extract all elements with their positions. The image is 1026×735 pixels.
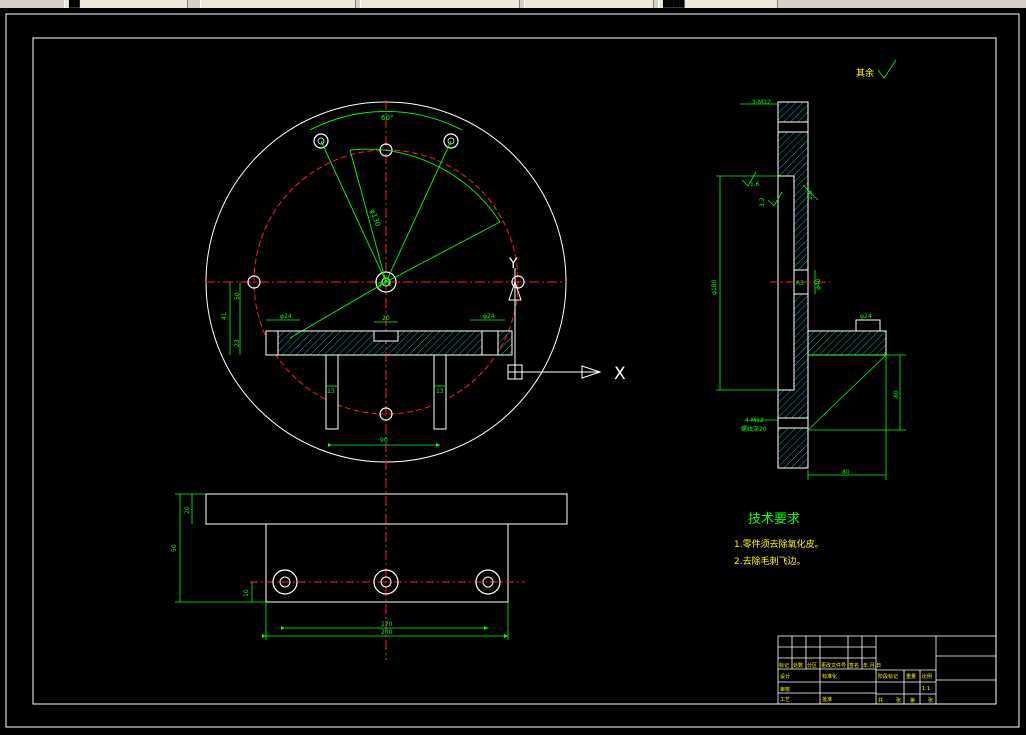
side-dim-tall: φ180 bbox=[711, 279, 718, 295]
plan-view: 50 20 10 170 200 bbox=[171, 493, 568, 640]
roughness-value-2: 3.2 bbox=[759, 197, 766, 207]
document-tab[interactable]: ████ bbox=[658, 0, 778, 8]
ucs-icon bbox=[507, 268, 602, 380]
side-top-callout: 3-M12 bbox=[752, 99, 771, 106]
title-block-cell: 设计 bbox=[780, 673, 790, 680]
tech-item: 2.去除毛刺飞边。 bbox=[734, 555, 806, 567]
side-dim-bottom: 80 bbox=[842, 469, 850, 476]
roughness-note: 其余 bbox=[856, 67, 874, 79]
plan-dim-inner: 170 bbox=[381, 621, 393, 628]
title-block-cell: 阶段标记 bbox=[878, 673, 898, 680]
slot-dim-left: φ24 bbox=[280, 313, 292, 320]
front-view: 60° φ130 φ16 φ24 φ24 20 41 50 23 13 13 9… bbox=[205, 100, 626, 660]
pin-dim-right: 13 bbox=[436, 388, 444, 395]
title-block-cell: 工艺 bbox=[780, 697, 790, 703]
title-block-cell: 处数 bbox=[793, 662, 803, 669]
side-dim-mid: φ40 bbox=[815, 278, 822, 290]
tech-item: 1.零件须去除氧化皮。 bbox=[734, 538, 824, 550]
angle-label: 60° bbox=[381, 114, 393, 122]
side-slot-dim: φ24 bbox=[860, 313, 872, 320]
title-block bbox=[777, 635, 997, 705]
title-block-cell: 审核 bbox=[780, 686, 790, 693]
title-block-cell: 1:1 bbox=[922, 686, 930, 692]
ucs-x-label: X bbox=[614, 364, 626, 384]
roughness-symbols bbox=[741, 59, 897, 207]
dim-vertical-2: 50 bbox=[234, 292, 241, 300]
title-block-cell: 标记 bbox=[779, 662, 789, 669]
center-hole-label: φ16 bbox=[378, 280, 392, 288]
roughness-value-1: 1.6 bbox=[750, 181, 760, 188]
title-block-cell: 标准化 bbox=[822, 673, 837, 680]
document-tab-bar: ██ ████ bbox=[0, 0, 1026, 8]
plan-dim-height: 50 bbox=[171, 544, 178, 552]
cad-drawing-canvas[interactable]: 60° φ130 φ16 φ24 φ24 20 41 50 23 13 13 9… bbox=[0, 8, 1026, 731]
plan-dim-top: 20 bbox=[184, 506, 191, 514]
title-block-cell: 张 bbox=[928, 697, 933, 704]
pin-dim-left: 13 bbox=[327, 388, 335, 395]
outer-border bbox=[5, 13, 1020, 728]
side-dim-right: 80 bbox=[893, 390, 900, 398]
slot-dim-right: φ24 bbox=[483, 313, 495, 320]
roughness-value-3: 1.6 bbox=[807, 190, 814, 200]
angle-dimension bbox=[289, 111, 501, 339]
title-block-cell: 批准 bbox=[822, 696, 832, 703]
document-tab[interactable] bbox=[360, 0, 520, 8]
dim-vertical-3: 23 bbox=[234, 339, 241, 347]
side-section-view: 3-M12 4-M12 螺纹深20 φ180 R5 φ40 φ24 80 80 … bbox=[711, 59, 906, 480]
pin-spacing: 90 bbox=[380, 437, 388, 444]
title-block-cell: 分区 bbox=[807, 662, 817, 669]
side-bottom-sub: 螺纹深20 bbox=[741, 425, 767, 433]
plan-dim-small: 10 bbox=[243, 589, 250, 597]
title-block-cell: 张 bbox=[896, 697, 901, 704]
title-block-cell: 年.月.日 bbox=[863, 662, 881, 669]
dim-vertical-1: 41 bbox=[221, 312, 228, 320]
document-tab[interactable] bbox=[524, 0, 654, 8]
plan-dim-outer: 200 bbox=[381, 629, 393, 636]
title-block-cell: 更改文件号 bbox=[821, 662, 846, 669]
document-tab[interactable] bbox=[200, 0, 356, 8]
document-tab[interactable]: ██ bbox=[64, 0, 188, 8]
tech-title: 技术要求 bbox=[748, 512, 800, 527]
side-bottom-callout: 4-M12 bbox=[745, 417, 764, 424]
slot-width: 20 bbox=[382, 315, 390, 322]
side-dim-radius: R5 bbox=[796, 280, 804, 287]
title-block-cell: 共 bbox=[878, 697, 883, 704]
title-block-cell: 重量 bbox=[906, 673, 916, 680]
title-block-cell: 第 bbox=[910, 697, 915, 704]
title-block-cell: 比例 bbox=[922, 673, 932, 680]
technical-requirements: 技术要求 1.零件须去除氧化皮。 2.去除毛刺飞边。 bbox=[734, 512, 824, 567]
ucs-y-label: Y bbox=[508, 256, 518, 272]
title-block-cell: 签名 bbox=[849, 662, 859, 669]
drawing-sheet: 60° φ130 φ16 φ24 φ24 20 41 50 23 13 13 9… bbox=[5, 13, 1020, 728]
